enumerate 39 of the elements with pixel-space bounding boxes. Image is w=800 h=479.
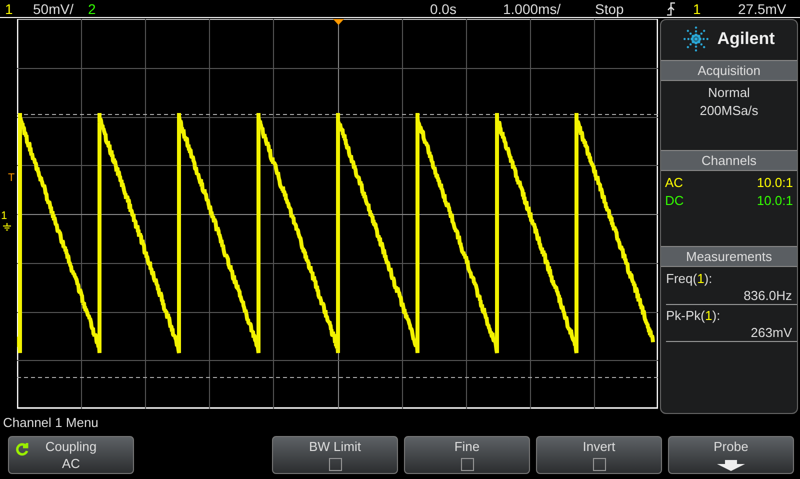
toggle-softkey[interactable]: Fine	[404, 436, 530, 474]
checkbox[interactable]	[328, 458, 342, 471]
measurement-value: 836.0Hz	[666, 287, 797, 305]
section-header: Measurements	[661, 246, 797, 267]
vertical-scale: 50mV/	[33, 0, 74, 16]
cycle-arrow-icon	[15, 442, 29, 456]
menu-title: Channel 1 Menu	[2, 415, 98, 431]
channel-coupling: AC	[665, 174, 684, 192]
channel-ground-marker: 1	[1, 210, 8, 222]
rising-edge-icon	[666, 2, 676, 16]
brand-logo-text: Agilent	[717, 29, 775, 49]
acquisition-info: Normal	[707, 84, 751, 102]
section-header: Channels	[661, 150, 797, 171]
channel-2-label: 2	[88, 0, 97, 16]
checkbox[interactable]	[592, 458, 606, 471]
channel-1-label: 1	[5, 0, 14, 16]
measurement-label: Pk-Pk(1):	[665, 307, 722, 324]
probe-softkey[interactable]: Probe	[668, 436, 794, 474]
trigger-level-marker: T	[8, 172, 15, 184]
toggle-softkey[interactable]: BW Limit	[272, 436, 398, 474]
delay-value: 0.0s	[430, 0, 458, 16]
measurement-label: Freq(1):	[665, 270, 714, 287]
down-arrow-icon	[717, 460, 745, 471]
timebase-value: 1.000ms/	[503, 0, 562, 16]
ground-icon	[3, 223, 11, 231]
probe-ratio: 10.0:1	[756, 192, 793, 210]
checkbox[interactable]	[460, 458, 474, 471]
coupling-softkey[interactable]: Coupling AC	[8, 436, 134, 474]
trigger-level: 27.5mV	[738, 0, 788, 16]
acquisition-info: 200MSa/s	[698, 102, 760, 120]
trigger-position-marker	[333, 19, 344, 25]
channel-coupling: DC	[665, 192, 684, 210]
starburst-logo-icon	[683, 26, 710, 52]
trigger-source: 1	[693, 0, 702, 16]
probe-ratio: 10.0:1	[756, 174, 793, 192]
run-state: Stop	[595, 0, 625, 16]
toggle-softkey[interactable]: Invert	[536, 436, 662, 474]
section-header: Acquisition	[661, 60, 797, 81]
measurement-value: 263mV	[666, 324, 797, 342]
